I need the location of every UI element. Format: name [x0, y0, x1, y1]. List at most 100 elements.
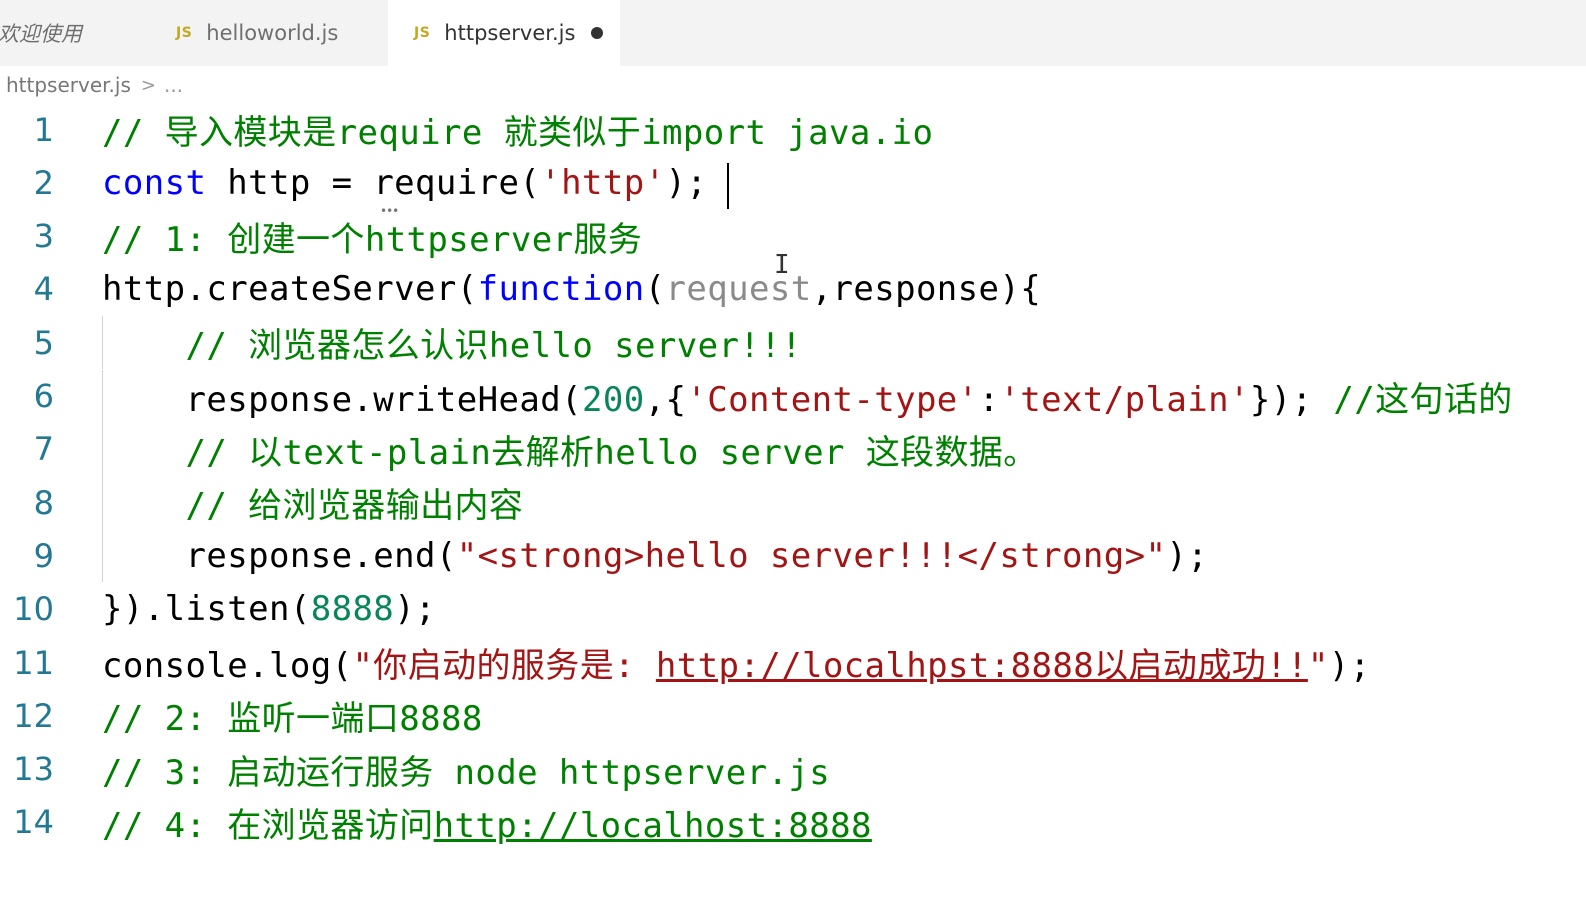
- code-token: 'text/plain': [999, 379, 1250, 420]
- code-token: // 1: 创建一个httpserver服务: [102, 219, 643, 260]
- code-line[interactable]: 2 const http = require('http');: [0, 156, 1586, 209]
- code-token: ,response){: [811, 269, 1042, 310]
- code-text[interactable]: // 导入模块是require 就类似于import java.io: [102, 105, 933, 154]
- line-number: 5: [33, 323, 54, 362]
- code-token: // 3: 启动运行服务 node httpserver.js: [102, 752, 831, 793]
- code-token: }).listen(: [102, 589, 311, 630]
- code-line[interactable]: 13 // 3: 启动运行服务 node httpserver.js: [0, 743, 1586, 796]
- code-text[interactable]: // 2: 监听一端口8888: [102, 691, 483, 740]
- line-number: 14: [13, 803, 54, 842]
- tab-label: 欢迎使用: [0, 22, 82, 46]
- code-editor[interactable]: 1 // 导入模块是require 就类似于import java.io 2 cons…: [0, 103, 1586, 863]
- breadcrumb-more[interactable]: ...: [164, 73, 183, 97]
- code-text[interactable]: }).listen(8888);: [102, 589, 436, 629]
- code-token: );: [1166, 535, 1209, 576]
- code-line[interactable]: 14 // 4: 在浏览器访问http://localhost:8888: [0, 796, 1586, 849]
- code-line[interactable]: 12 // 2: 监听一端口8888: [0, 689, 1586, 742]
- code-line[interactable]: 10 }).listen(8888);: [0, 583, 1586, 636]
- code-token: 200: [582, 379, 645, 420]
- code-token: console.log(: [102, 646, 353, 686]
- code-token: });: [1249, 379, 1334, 420]
- code-text[interactable]: // 以text-plain去解析hello server 这段数据。: [102, 425, 1038, 474]
- tab-welcome[interactable]: 欢迎使用: [0, 0, 140, 66]
- code-text[interactable]: const http = require('http');: [102, 163, 707, 203]
- code-line[interactable]: 5 // 浏览器怎么认识hello server!!!: [0, 316, 1586, 370]
- line-number: 11: [13, 643, 54, 682]
- line-number: 6: [33, 377, 54, 415]
- javascript-file-icon: JS: [414, 25, 431, 41]
- code-text[interactable]: response.end("<strong>hello server!!!</s…: [102, 536, 1208, 576]
- tab-label: httpserver.js: [444, 21, 576, 45]
- hint-dots: •••: [380, 204, 399, 218]
- editor-tab-bar: 欢迎使用 JS helloworld.js JS httpserver.js: [0, 0, 1586, 66]
- line-number: 2: [33, 163, 54, 202]
- code-text[interactable]: console.log("你启动的服务是: http://localhpst:8…: [102, 638, 1371, 687]
- code-token: );: [665, 162, 708, 203]
- code-token: );: [394, 589, 436, 630]
- code-token: "你启动的服务是:: [352, 646, 656, 686]
- code-token: // 以text-plain去解析hello server 这段数据。: [185, 432, 1038, 473]
- code-line[interactable]: 11 console.log("你启动的服务是: http://localhpst…: [0, 636, 1586, 689]
- unsaved-changes-dot-icon[interactable]: [591, 27, 604, 39]
- code-token: response.end(: [102, 535, 457, 576]
- tab-httpserver-js[interactable]: JS httpserver.js: [388, 0, 620, 66]
- code-token: ,{: [644, 379, 687, 420]
- code-text[interactable]: http.createServer(function(request,respo…: [102, 269, 1041, 309]
- breadcrumb: httpserver.js > ...: [6, 70, 183, 100]
- line-number: 12: [13, 696, 54, 735]
- code-line[interactable]: 8 // 给浏览器输出内容: [0, 476, 1586, 530]
- tab-helloworld-js[interactable]: JS helloworld.js: [176, 0, 376, 66]
- code-token: // 浏览器怎么认识hello server!!!: [185, 326, 802, 367]
- line-number: 8: [33, 483, 54, 522]
- javascript-file-icon: JS: [176, 25, 193, 41]
- line-number: 10: [13, 590, 54, 629]
- code-token: // 4: 在浏览器访问: [102, 805, 434, 846]
- code-token: 'http': [540, 162, 666, 203]
- code-text[interactable]: // 给浏览器输出内容: [102, 478, 523, 527]
- code-token: 8888: [310, 589, 395, 630]
- code-text[interactable]: // 4: 在浏览器访问http://localhost:8888: [102, 798, 872, 847]
- tab-label: helloworld.js: [206, 21, 339, 45]
- code-token: response.writeHead(: [102, 379, 583, 420]
- code-token: "<strong>hello server!!!</strong>": [456, 535, 1167, 576]
- chevron-right-icon: >: [140, 74, 156, 96]
- code-text[interactable]: response.writeHead(200,{'Content-type':'…: [102, 372, 1513, 421]
- line-number: 3: [33, 217, 54, 256]
- mouse-ibeam-cursor-icon: I: [774, 250, 790, 280]
- code-token: // 2: 监听一端口8888: [102, 699, 483, 740]
- code-token: ": [1307, 646, 1329, 686]
- code-line[interactable]: 6 response.writeHead(200,{'Content-type'…: [0, 369, 1586, 423]
- code-line[interactable]: 7 // 以text-plain去解析hello server 这段数据。: [0, 422, 1586, 476]
- code-token: function: [477, 269, 645, 310]
- code-line[interactable]: 9 response.end("<strong>hello server!!!<…: [0, 529, 1586, 583]
- line-number: 13: [13, 750, 54, 789]
- code-line[interactable]: 1 // 导入模块是require 就类似于import java.io: [0, 103, 1586, 156]
- code-line[interactable]: 4 http.createServer(function(request,resp…: [0, 263, 1586, 316]
- code-token: (: [644, 269, 666, 310]
- code-token: );: [1328, 646, 1371, 686]
- code-token: :: [978, 379, 1000, 420]
- code-token: http://localhost:8888: [433, 805, 872, 846]
- code-token: // 给浏览器输出内容: [185, 486, 524, 527]
- code-text[interactable]: // 3: 启动运行服务 node httpserver.js: [102, 745, 830, 794]
- code-token: //这句话的: [1333, 379, 1513, 420]
- code-token: request: [665, 269, 812, 310]
- text-cursor: [727, 163, 729, 209]
- breadcrumb-file[interactable]: httpserver.js: [6, 73, 131, 97]
- code-token: const: [102, 162, 207, 203]
- code-token: // 导入模块是require 就类似于import java.io: [102, 113, 934, 153]
- line-number: 9: [33, 536, 54, 575]
- line-number: 1: [33, 110, 54, 149]
- code-line[interactable]: 3 // 1: 创建一个httpserver服务: [0, 210, 1586, 263]
- line-number: 4: [33, 270, 54, 309]
- code-token: http://localhpst:8888以启动成功!!: [655, 646, 1308, 686]
- code-token: http = require(: [206, 162, 541, 203]
- code-text[interactable]: // 1: 创建一个httpserver服务: [102, 212, 642, 261]
- code-text[interactable]: // 浏览器怎么认识hello server!!!: [102, 318, 802, 367]
- line-number: 7: [33, 430, 54, 469]
- code-token: http.createServer(: [102, 269, 478, 310]
- code-token: 'Content-type': [686, 379, 979, 420]
